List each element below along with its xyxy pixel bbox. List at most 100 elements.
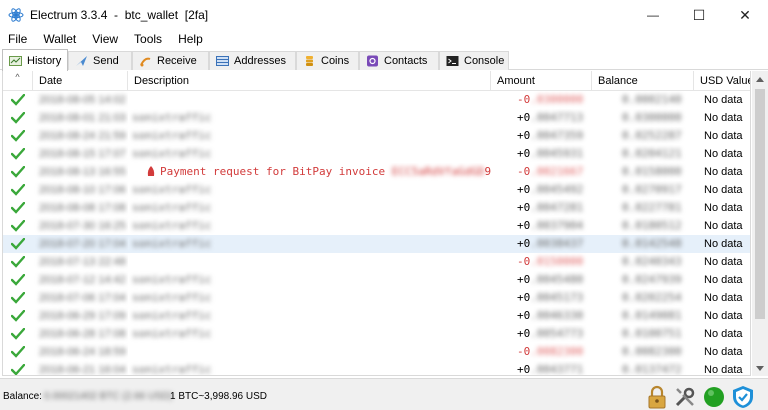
tab-send-label: Send [93,55,119,67]
table-row[interactable]: 2018-07-06 17:04 sonixtraffic +0.0045173 0.… [3,289,750,307]
invoice-id-text: ECC5aRdVfaGdGD [391,165,485,178]
amount-digits: .0045480 [530,273,584,286]
date-cell: 2018-07-12 14:42 [33,271,128,289]
date-text: 2018-07-13 22:48 [39,256,126,268]
description-text: sonixtraffic [132,183,212,196]
column-header-balance[interactable]: Balance [592,71,694,91]
usd-value-cell: No data [704,130,743,142]
vertical-scrollbar[interactable] [752,71,768,376]
table-row[interactable]: 2018-07-30 16:25 sonixtraffic +0.0037904 0.… [3,217,750,235]
amount-text: -0.0082300 [517,345,583,358]
balance-label: Balance: [3,391,42,402]
table-row[interactable]: 2018-08-13 16:55 Payment request for BitP… [3,163,750,181]
balance-cell: 0.0137472 [592,361,694,376]
amount-text: +0.0045480 [517,273,583,286]
amount-sign: +0 [517,291,531,304]
table-row[interactable]: 2018-07-13 22:48 -0.0150000 0.0240343 No da… [3,253,750,271]
table-row[interactable]: 2018-08-10 17:06 sonixtraffic +0.0045492 0.… [3,181,750,199]
confirmed-check-icon [11,148,25,160]
description-cell: sonixtraffic [128,199,491,217]
description-cell: sonixtraffic [128,307,491,325]
description-cell: Payment request for BitPay invoice ECC5a… [128,163,491,181]
confirmed-check-icon [11,184,25,196]
table-row[interactable]: 2018-08-15 17:07 sonixtraffic +0.0045931 0.… [3,145,750,163]
amount-text: +0.0037904 [517,219,583,232]
lock-icon[interactable] [645,385,669,409]
table-row[interactable]: 2018-08-05 14:02 -0.0300000 0.0002140 No da… [3,91,750,109]
column-header-description[interactable]: Description [128,71,491,91]
maximize-button[interactable]: ☐ [676,0,722,30]
status-cell [3,199,33,217]
balance-text: 0.0137472 [622,363,682,376]
tab-receive[interactable]: Receive [132,51,209,70]
tab-addresses[interactable]: Addresses [209,51,296,70]
tab-history[interactable]: History [2,49,68,71]
tab-console[interactable]: Console [439,51,509,70]
balance-cell: 0.0149081 [592,307,694,325]
preferences-tools-icon[interactable] [673,385,697,409]
description-text: sonixtraffic [132,363,212,376]
menu-view[interactable]: View [84,30,126,48]
usd-value-cell: No data [704,112,743,124]
menu-tools[interactable]: Tools [126,30,170,48]
column-header-usd-value[interactable]: USD Value [694,71,750,91]
column-header-amount[interactable]: Amount [491,71,592,91]
scroll-up-arrow[interactable] [752,71,768,87]
tab-coins[interactable]: Coins [296,51,359,70]
menu-file[interactable]: File [0,30,35,48]
tab-receive-label: Receive [157,55,197,67]
receive-icon [140,57,151,67]
date-text: 2018-08-15 17:07 [39,148,126,160]
table-row[interactable]: 2018-08-24 21:59 sonixtraffic +0.0047359 0.… [3,127,750,145]
table-row[interactable]: 2018-08-08 17:08 sonixtraffic +0.0047281 0.… [3,199,750,217]
contacts-icon [367,55,378,67]
amount-text: +0.0047281 [517,201,583,214]
status-cell [3,325,33,343]
scrollbar-thumb[interactable] [755,89,765,319]
balance-text: 0.0240343 [622,255,682,268]
tab-send[interactable]: Send [68,51,132,70]
confirmed-check-icon [11,112,25,124]
confirmed-check-icon [11,238,25,250]
status-cell [3,109,33,127]
description-text: sonixtraffic [132,147,212,160]
minimize-button[interactable]: — [630,0,676,30]
usd-value-cell: No data [704,364,743,376]
tab-contacts[interactable]: Contacts [359,51,439,70]
scroll-down-arrow[interactable] [752,360,768,376]
table-row[interactable]: 2018-06-21 16:04 sonixtraffic +0.0043771 0.… [3,361,750,376]
electrum-logo-icon [8,8,24,22]
table-row[interactable]: 2018-08-01 21:03 sonixtraffic +0.0047713 0.… [3,109,750,127]
balance-cell: 0.0227781 [592,199,694,217]
status-cell [3,145,33,163]
network-status-icon[interactable] [702,385,726,409]
description-text: sonixtraffic [132,219,212,232]
table-row[interactable]: 2018-06-24 18:59 -0.0082300 0.0082300 No da… [3,343,750,361]
sort-indicator-icon[interactable]: ^ [3,71,33,91]
table-row[interactable]: 2018-06-29 17:09 sonixtraffic +0.0046330 0.… [3,307,750,325]
table-row[interactable]: 2018-06-28 17:08 sonixtraffic +0.0054773 0.… [3,325,750,343]
description-text: Payment request for BitPay invoice [160,165,392,178]
status-cell [3,217,33,235]
table-row[interactable]: 2018-07-20 17:04 sonixtraffic +0.0038437 0.… [3,235,750,253]
menu-help[interactable]: Help [170,30,211,48]
date-cell: 2018-08-10 17:06 [33,181,128,199]
column-header-date[interactable]: Date [33,71,128,91]
description-cell: sonixtraffic [128,127,491,145]
balance-cell: 0.0252287 [592,127,694,145]
menu-wallet[interactable]: Wallet [35,30,84,48]
amount-digits: .0038437 [530,237,584,250]
amount-sign: +0 [517,183,531,196]
usd-value-cell: No data [704,238,743,250]
tab-contacts-label: Contacts [384,55,428,67]
amount-cell: +0.0045480 [491,271,592,289]
amount-text: +0.0043771 [517,363,583,375]
balance-text: 0.0247939 [622,273,682,286]
date-cell: 2018-07-20 17:04 [33,235,128,253]
amount-cell: +0.0054773 [491,325,592,343]
close-button[interactable]: ✕ [722,0,768,30]
table-row[interactable]: 2018-07-12 14:42 sonixtraffic +0.0045480 0.… [3,271,750,289]
balance-cell: 0.0247939 [592,271,694,289]
description-text: sonixtraffic [132,273,212,286]
two-factor-shield-icon[interactable] [731,385,755,409]
